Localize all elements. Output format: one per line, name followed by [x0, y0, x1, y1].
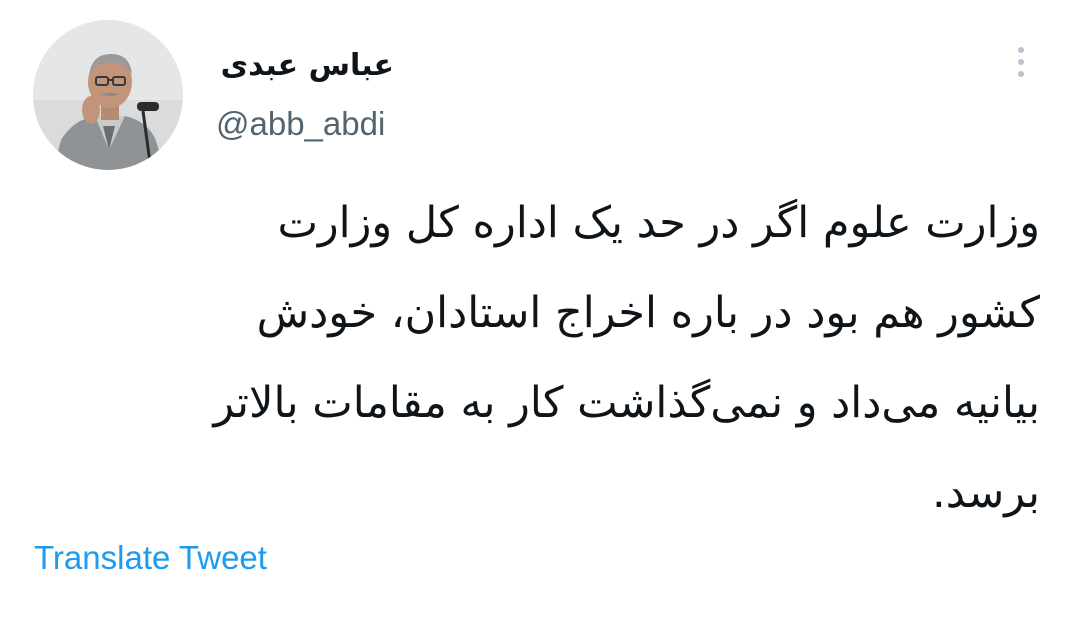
tweet-text-line: وزارت علوم اگر در حد یک اداره کل وزارت	[277, 198, 1040, 248]
avatar[interactable]	[33, 20, 183, 170]
vertical-dots-icon	[1018, 59, 1024, 65]
tweet-text-line: کشور هم بود در باره اخراج استادان، خودش	[256, 288, 1040, 338]
more-options-button[interactable]	[1006, 42, 1036, 82]
user-handle[interactable]: @abb_abdi	[216, 102, 385, 146]
vertical-dots-icon	[1018, 47, 1024, 53]
translate-tweet-link[interactable]: Translate Tweet	[34, 536, 267, 580]
tweet-text: وزارت علوم اگر در حد یک اداره کل وزارت ک…	[20, 178, 1040, 538]
tweet-text-line: برسد.	[932, 468, 1040, 518]
tweet-text-line: بیانیه می‌داد و نمی‌گذاشت کار به مقامات …	[213, 378, 1040, 428]
profile-photo-icon	[33, 20, 183, 170]
tweet-card: عباس عبدی @abb_abdi وزارت علوم اگر در حد…	[0, 0, 1080, 618]
display-name[interactable]: عباس عبدی	[221, 38, 394, 94]
vertical-dots-icon	[1018, 71, 1024, 77]
